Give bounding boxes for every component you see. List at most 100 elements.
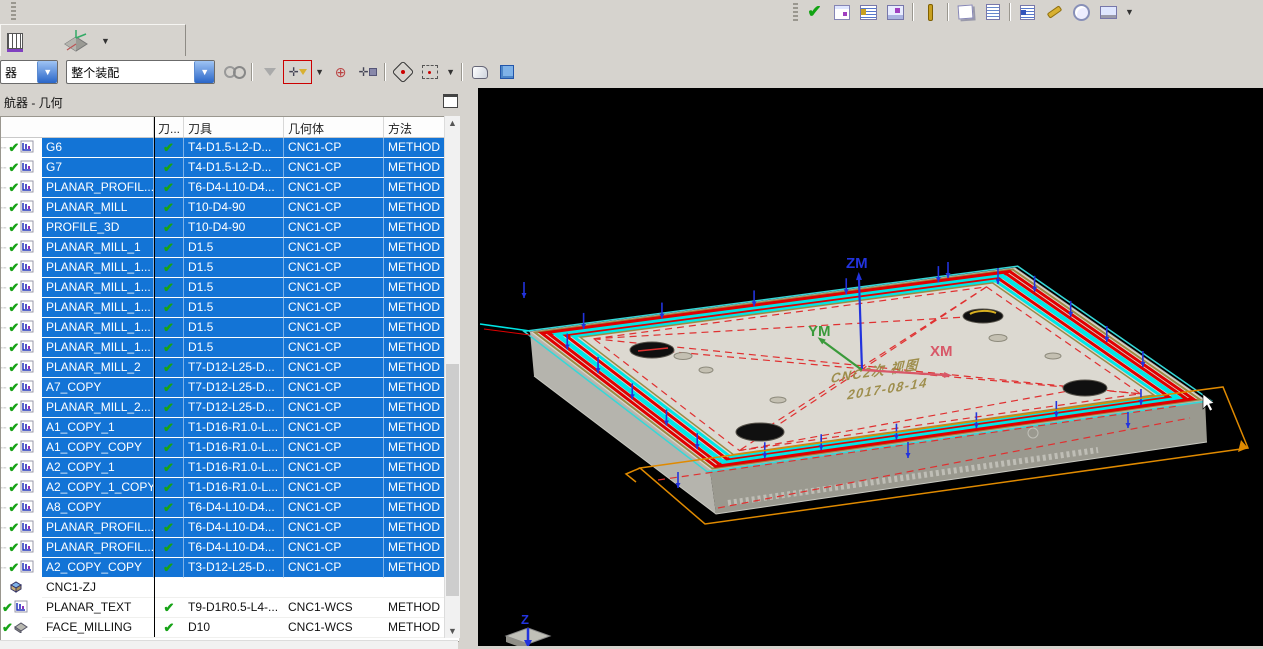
table-row[interactable]: ✔ FACE_MILLING ✔ D10 CNC1-WCS METHOD [1, 618, 459, 638]
toolpath-status: ✔ [154, 158, 184, 178]
tree-line: ┈ [1, 182, 8, 193]
chevron-down-icon[interactable]: ▼ [37, 61, 58, 83]
table-row[interactable]: ┈ ✔ PLANAR_PROFIL... ✔ T6-D4-L10-D4... CNC1-C… [1, 538, 459, 558]
geometry-name: CNC1-CP [284, 458, 384, 478]
table-row[interactable]: ┈ ✔ PLANAR_MILL_2... ✔ T7-D12-L25-D... CNC1-C… [1, 398, 459, 418]
table-row[interactable]: ┈ ✔ PROFILE_3D ✔ T10-D4-90 CNC1-CP METHOD [1, 218, 459, 238]
operation-navigator-panel: 航器 - 几何 刀... 刀具 几何体 方法 ┈ ✔ G6 ✔ T4-D1.5-L2-D… [0, 88, 460, 649]
rect-select-icon[interactable] [416, 61, 443, 83]
wrench-icon[interactable] [1041, 1, 1068, 23]
operation-icon [20, 400, 34, 416]
table-row[interactable]: ┈ ✔ PLANAR_MILL_1... ✔ D1.5 CNC1-CP METHOD [1, 298, 459, 318]
hexagon-point-icon[interactable] [389, 60, 416, 84]
snap-grid-icon[interactable] [1, 30, 28, 52]
table-row[interactable]: ┈ ✔ PLANAR_PROFIL... ✔ T6-D4-L10-D4... CNC1-C… [1, 518, 459, 538]
verify-check-icon[interactable]: ✔ [801, 1, 828, 23]
tree-line: ┈ [1, 562, 8, 573]
gear-pair-icon[interactable] [221, 61, 248, 83]
geometry-name: CNC1-WCS [284, 598, 384, 618]
document-icon[interactable] [979, 1, 1006, 23]
filter-combobox[interactable]: 器 ▼ [0, 60, 59, 84]
table-row[interactable]: ┈ ✔ PLANAR_MILL_2 ✔ T7-D12-L25-D... CNC1-CP ME… [1, 358, 459, 378]
chevron-down-icon[interactable]: ▼ [1122, 7, 1137, 17]
toolbar-drag-handle[interactable] [11, 2, 16, 20]
datum-csys-icon[interactable] [54, 30, 98, 52]
3d-viewport[interactable]: CNC2次 视图2017-08-14ZMYMXMZ [478, 88, 1263, 646]
complete-check-icon: ✔ [8, 220, 20, 235]
column-toolpath[interactable]: 刀... [154, 117, 184, 137]
list-tool-icon[interactable] [1014, 1, 1041, 23]
toolbar-drag-handle[interactable] [793, 3, 798, 21]
tool-name: T4-D1.5-L2-D... [184, 158, 284, 178]
complete-check-icon: ✔ [8, 180, 20, 195]
table-row[interactable]: ┈ ✔ G6 ✔ T4-D1.5-L2-D... CNC1-CP METHOD [1, 138, 459, 158]
complete-check-icon: ✔ [8, 420, 20, 435]
table-row[interactable]: ┈ ✔ A8_COPY ✔ T6-D4-L10-D4... CNC1-CP METHOD [1, 498, 459, 518]
operation-name: G6 [42, 138, 154, 158]
table-row[interactable]: ┈ ✔ PLANAR_MILL_1... ✔ D1.5 CNC1-CP METHOD [1, 278, 459, 298]
maximize-icon[interactable] [443, 94, 458, 108]
table-row[interactable]: ┈ ✔ PLANAR_MILL_1... ✔ D1.5 CNC1-CP METHOD [1, 318, 459, 338]
operation-name: A1_COPY_COPY [42, 438, 154, 458]
table-row[interactable]: ┈ ✔ A1_COPY_1 ✔ T1-D16-R1.0-L... CNC1-CP METHO… [1, 418, 459, 438]
chevron-down-icon[interactable]: ▼ [312, 67, 327, 77]
geometry-name: CNC1-CP [284, 438, 384, 458]
toolpath-ok-icon: ✔ [163, 220, 174, 235]
tree-area: ┈ ✔ [1, 218, 42, 238]
scroll-down-icon[interactable]: ▼ [445, 624, 460, 638]
table-row[interactable]: ┈ ✔ PLANAR_MILL ✔ T10-D4-90 CNC1-CP METHOD [1, 198, 459, 218]
toolpath-ok-icon: ✔ [163, 380, 174, 395]
edit-wand-icon[interactable] [952, 1, 979, 23]
tree-area: ┈ ✔ [1, 438, 42, 458]
wireframe-cube-icon[interactable] [493, 61, 520, 83]
note-page-icon[interactable] [828, 1, 855, 23]
boss [673, 352, 693, 360]
plumb-tool-icon[interactable] [917, 1, 944, 23]
column-geometry[interactable]: 几何体 [284, 117, 384, 137]
selection-filter-icon[interactable]: ✛ [283, 60, 313, 84]
table-row[interactable]: ┈ ✔ A2_COPY_1 ✔ T1-D16-R1.0-L... CNC1-CP METHO… [1, 458, 459, 478]
list-operations-icon[interactable] [855, 1, 882, 23]
funnel-icon[interactable] [256, 61, 283, 83]
shaded-view-icon[interactable] [466, 61, 493, 83]
toolpath-ok-icon: ✔ [163, 520, 174, 535]
table-row[interactable]: ✔ PLANAR_TEXT ✔ T9-D1R0.5-L4-... CNC1-WCS MET… [1, 598, 459, 618]
tree-line: ┈ [1, 482, 8, 493]
assembly-scope-combobox[interactable]: 整个装配 ▼ [66, 60, 216, 84]
table-row[interactable]: CNC1-ZJ [1, 578, 459, 598]
tree-area: ┈ ✔ [1, 478, 42, 498]
horizontal-scrollbar[interactable] [0, 640, 458, 649]
toolpath-status: ✔ [154, 238, 184, 258]
table-row[interactable]: ┈ ✔ A7_COPY ✔ T7-D12-L25-D... CNC1-CP METHOD [1, 378, 459, 398]
snap-point-icon[interactable]: ✛ [354, 61, 381, 83]
tree-area [1, 578, 42, 598]
vertical-scrollbar[interactable]: ▲ ▼ [444, 116, 460, 638]
table-row[interactable]: ┈ ✔ PLANAR_MILL_1... ✔ D1.5 CNC1-CP METHOD [1, 258, 459, 278]
chevron-down-icon[interactable]: ▼ [443, 67, 458, 77]
table-row[interactable]: ┈ ✔ PLANAR_MILL_1 ✔ D1.5 CNC1-CP METHOD [1, 238, 459, 258]
rotate-point-icon[interactable]: ⊕ [327, 61, 354, 83]
workstation-icon[interactable] [1095, 1, 1122, 23]
chevron-down-icon[interactable]: ▼ [98, 36, 113, 46]
chevron-down-icon[interactable]: ▼ [194, 61, 215, 83]
table-row[interactable]: ┈ ✔ A2_COPY_COPY ✔ T3-D12-L25-D... CNC1-CP MET… [1, 558, 459, 578]
table-row[interactable]: ┈ ✔ A1_COPY_COPY ✔ T1-D16-R1.0-L... CNC1-CP ME… [1, 438, 459, 458]
clock-icon[interactable] [1068, 1, 1095, 23]
table-row[interactable]: ┈ ✔ PLANAR_PROFIL... ✔ T6-D4-L10-D4... CNC1-C… [1, 178, 459, 198]
table-row[interactable]: ┈ ✔ PLANAR_MILL_1... ✔ D1.5 CNC1-CP METHOD [1, 338, 459, 358]
toolpath-ok-icon: ✔ [163, 480, 174, 495]
column-name[interactable] [1, 117, 154, 137]
table-row[interactable]: ┈ ✔ A2_COPY_1_COPY ✔ T1-D16-R1.0-L... CNC1-CP… [1, 478, 459, 498]
boundary-hook [624, 467, 641, 483]
column-tool[interactable]: 刀具 [184, 117, 284, 137]
tree-line: ┈ [1, 542, 8, 553]
complete-check-icon: ✔ [8, 560, 20, 575]
tree-area: ┈ ✔ [1, 198, 42, 218]
table-header[interactable]: 刀... 刀具 几何体 方法 [1, 117, 459, 138]
scroll-up-icon[interactable]: ▲ [445, 116, 460, 130]
table-row[interactable]: ┈ ✔ G7 ✔ T4-D1.5-L2-D... CNC1-CP METHOD [1, 158, 459, 178]
toolpath-ok-icon: ✔ [163, 140, 174, 155]
tree-area: ┈ ✔ [1, 518, 42, 538]
machine-table-icon[interactable] [882, 1, 909, 23]
scrollbar-thumb[interactable] [446, 364, 459, 596]
